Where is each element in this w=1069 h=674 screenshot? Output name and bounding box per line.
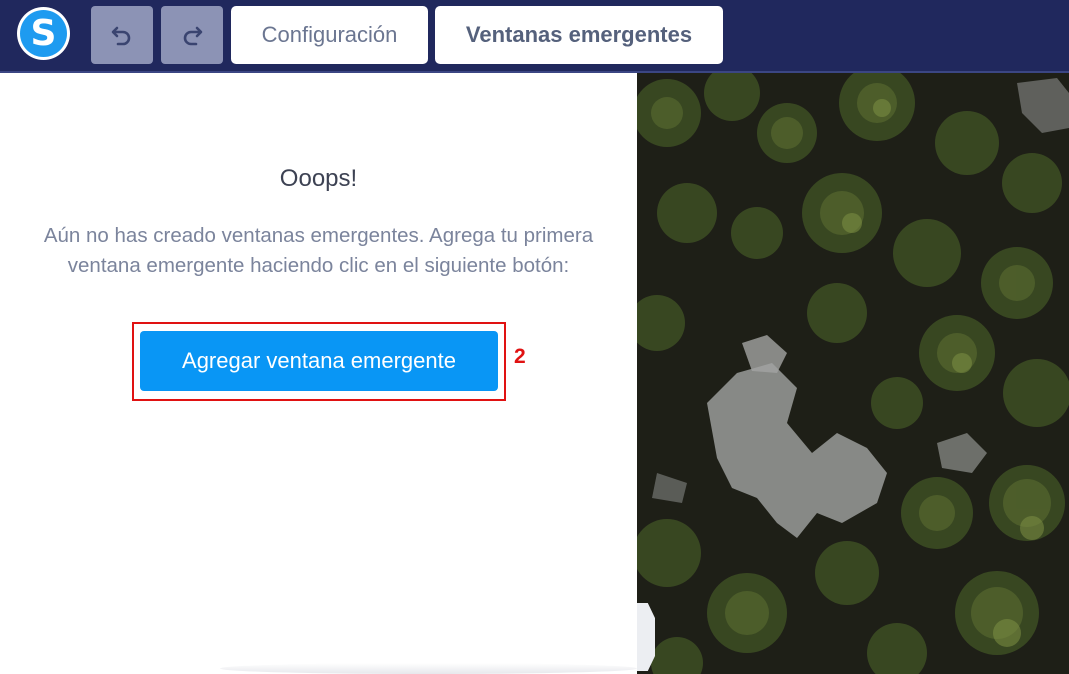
tab-ventanas-emergentes[interactable]: Ventanas emergentes	[435, 6, 723, 64]
panel-bottom-shadow	[220, 663, 637, 674]
redo-icon	[183, 26, 203, 46]
undo-icon	[111, 26, 131, 46]
annotation-marker: 2	[514, 345, 526, 368]
redo-button[interactable]	[161, 6, 223, 64]
empty-state-title: Ooops!	[279, 165, 358, 192]
popups-panel: Ooops! Aún no has creado ventanas emerge…	[0, 73, 637, 674]
empty-state-description: Aún no has creado ventanas emergentes. A…	[0, 221, 637, 281]
app-root: S Configuración Ventanas emergentes Ooop…	[0, 0, 1069, 674]
logo-letter: S	[20, 10, 67, 57]
forest-image	[637, 73, 1069, 674]
empty-state-line-1: Aún no has creado ventanas emergentes. A…	[43, 224, 594, 247]
add-popup-button[interactable]: Agregar ventana emergente	[140, 331, 498, 391]
top-bar: S Configuración Ventanas emergentes	[0, 0, 1069, 73]
undo-button[interactable]	[91, 6, 153, 64]
preview-background-image	[637, 73, 1069, 674]
app-logo[interactable]: S	[17, 7, 70, 60]
panel-resize-handle[interactable]	[637, 603, 655, 671]
tab-configuracion[interactable]: Configuración	[231, 6, 428, 64]
empty-state-line-2: ventana emergente haciendo clic en el si…	[67, 254, 570, 277]
